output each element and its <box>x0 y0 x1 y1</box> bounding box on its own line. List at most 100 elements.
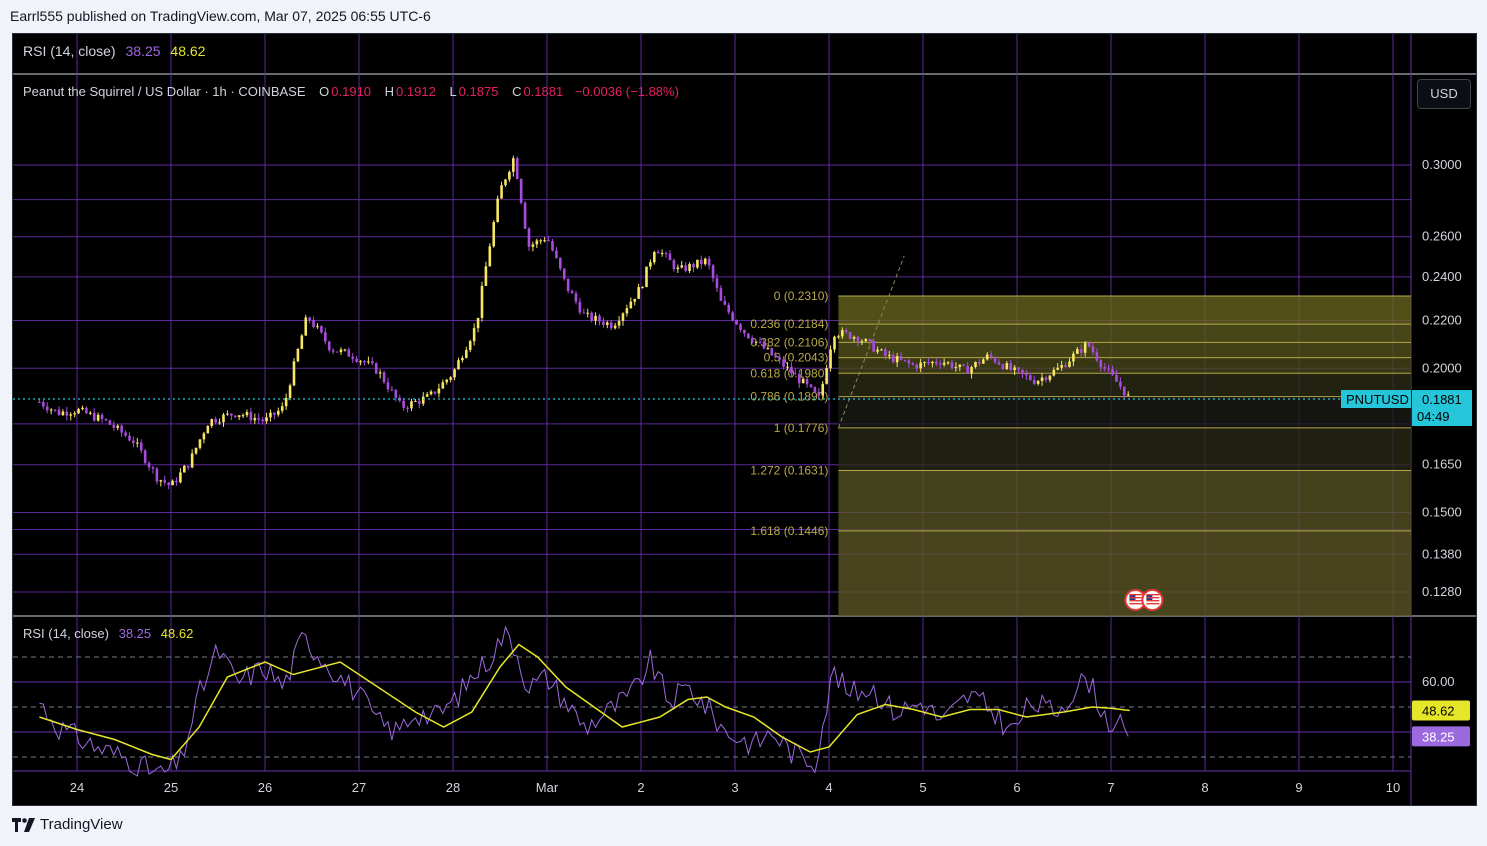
candle-body <box>1001 364 1005 370</box>
candle-body <box>331 350 335 352</box>
candle <box>641 286 644 289</box>
candle <box>813 386 817 393</box>
candle-body <box>1005 363 1009 370</box>
candle <box>190 449 194 469</box>
candle-body <box>327 341 331 351</box>
candle <box>288 383 292 401</box>
candle <box>523 201 527 230</box>
candle <box>402 397 405 411</box>
price-tick-label: 0.1500 <box>1422 504 1462 519</box>
candle-body <box>472 328 476 342</box>
chart-frame[interactable]: 0.3000 0.2600 0.2400 0.2200 0.2000 0.1650 0.15… <box>12 33 1477 806</box>
candle-body <box>230 413 233 416</box>
candle-body <box>750 338 754 343</box>
candle <box>586 308 590 318</box>
candle-body <box>492 221 496 247</box>
candle <box>559 257 562 271</box>
candle-body <box>308 317 311 321</box>
candle-body <box>85 407 88 414</box>
candle <box>143 448 147 465</box>
candle <box>480 281 484 322</box>
symbol-title[interactable]: Peanut the Squirrel / US Dollar · 1h · C… <box>23 84 306 99</box>
candle-body <box>179 472 182 483</box>
candle-body <box>351 356 355 359</box>
candle-body <box>371 361 374 364</box>
candle-body <box>1036 381 1040 384</box>
candle-body <box>226 413 229 415</box>
candle <box>273 412 276 420</box>
candle <box>570 289 574 294</box>
candle-body <box>974 361 977 368</box>
chart-canvas[interactable]: 0.3000 0.2600 0.2400 0.2200 0.2000 0.1650 0.15… <box>13 34 1476 805</box>
candle-body <box>727 304 731 313</box>
candle-body <box>833 336 836 350</box>
candle <box>625 304 629 317</box>
candle <box>692 262 695 273</box>
candle-body <box>136 442 139 444</box>
candle-body <box>445 379 449 383</box>
candle <box>324 327 327 345</box>
price-tick-label: 0.1280 <box>1422 584 1462 599</box>
candle <box>57 406 61 416</box>
candle-body <box>582 312 586 314</box>
us-flag-event-icon <box>1141 589 1164 611</box>
change-value: −0.0036 (−1.88%) <box>574 84 679 99</box>
candle-body <box>210 419 214 427</box>
candle <box>515 156 519 180</box>
candle-body <box>602 321 605 325</box>
candle <box>92 408 96 422</box>
candle-body <box>257 418 261 420</box>
candle <box>132 436 135 448</box>
candle <box>120 423 123 437</box>
candle-body <box>993 356 997 363</box>
candle <box>73 411 76 418</box>
candle <box>312 316 315 329</box>
candle-body <box>355 358 358 362</box>
tradingview-logo-icon <box>12 817 35 832</box>
candle-body <box>598 315 601 322</box>
candle-body <box>453 369 456 378</box>
candle-body <box>903 359 907 361</box>
top-rsi-label: RSI (14, close) <box>23 43 116 59</box>
candle <box>124 430 127 438</box>
candle <box>637 283 640 299</box>
candle <box>829 345 832 372</box>
candle <box>38 399 41 403</box>
candle <box>688 262 691 273</box>
candle-body <box>269 412 272 418</box>
candle <box>308 316 311 324</box>
candle-body <box>61 411 65 416</box>
candle-body <box>81 407 84 410</box>
candle <box>85 406 88 415</box>
candle-body <box>374 363 378 374</box>
fib-level-label: 0.5 (0.2043) <box>764 351 829 365</box>
top-rsi-value: 38.25 <box>125 43 161 59</box>
candle <box>179 468 182 484</box>
candle <box>222 412 225 427</box>
candle <box>527 227 531 251</box>
candle-body <box>128 435 131 441</box>
candle-body <box>390 389 394 391</box>
candle-body <box>978 361 981 364</box>
candle-body <box>825 368 828 384</box>
candle-body <box>731 312 734 321</box>
candle <box>445 378 449 385</box>
currency-button[interactable]: USD <box>1417 79 1471 109</box>
publish-header: Earrl555 published on TradingView.com, M… <box>10 8 431 24</box>
candle <box>606 320 609 329</box>
candle-body <box>848 332 852 339</box>
rsi-ma-line <box>39 643 1130 761</box>
candle-body <box>324 332 327 342</box>
candle-body <box>457 360 460 370</box>
main-legend: Peanut the Squirrel / US Dollar · 1h · C… <box>23 84 681 99</box>
candle <box>437 383 441 398</box>
candle-body <box>617 320 621 326</box>
candle-body <box>1032 379 1036 384</box>
candle-body <box>378 372 382 374</box>
candle <box>731 310 734 322</box>
candle <box>378 369 382 379</box>
candle <box>269 409 272 422</box>
close-value: 0.1881 <box>523 84 564 99</box>
candle-body <box>539 240 543 242</box>
candle <box>257 413 261 425</box>
